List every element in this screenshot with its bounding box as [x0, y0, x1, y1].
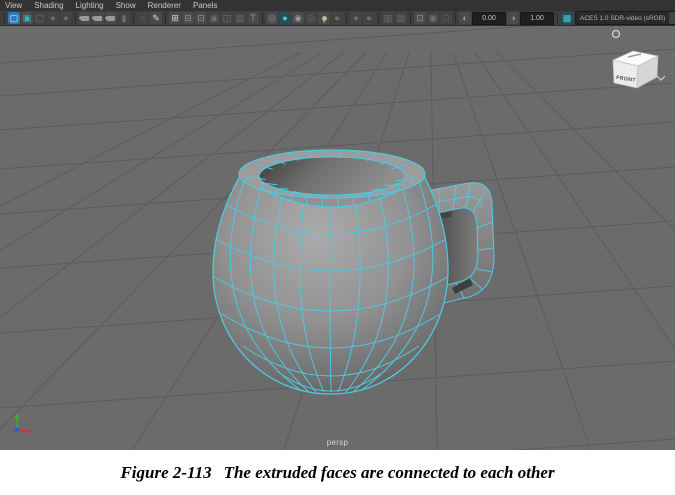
- safe-action-icon[interactable]: ▤: [234, 12, 246, 24]
- safe-title-text-icon[interactable]: T: [247, 12, 259, 24]
- wireframe-on-shaded-icon[interactable]: ◎: [305, 12, 317, 24]
- toolbar-separator: [133, 13, 134, 24]
- isolate-a-icon[interactable]: ⊡: [414, 12, 426, 24]
- field-chart-icon[interactable]: ◫: [221, 12, 233, 24]
- marker-a-icon[interactable]: ●: [47, 12, 59, 24]
- panel-toolbar: ▢ ▣ ▢ ● ● ▮ ○ ✎ ⊞ ⊟ ⊡ ▣ ◫ ▤ T ◎ ● ◉ ◎ ● …: [0, 11, 675, 26]
- toolbar-separator: [4, 13, 5, 24]
- grid-line: [0, 83, 675, 130]
- anti-alias-icon[interactable]: ●: [363, 12, 375, 24]
- camera-icon[interactable]: [79, 12, 91, 24]
- view-transform-checker-icon[interactable]: ▩: [561, 12, 573, 24]
- camera-lock-icon[interactable]: [92, 12, 104, 24]
- viewport-scene: FRONT: [0, 26, 675, 450]
- camera-attributes-icon[interactable]: [105, 12, 117, 24]
- toolbar-separator: [410, 13, 411, 24]
- viewport-canvas[interactable]: FRONT persp: [0, 26, 675, 450]
- resolution-gate-icon[interactable]: ⊡: [195, 12, 207, 24]
- toolbar-separator: [346, 13, 347, 24]
- lights-icon[interactable]: [318, 12, 330, 24]
- toolbar-separator: [455, 13, 456, 24]
- figure-number: Figure 2-113: [120, 463, 211, 482]
- marker-b-icon[interactable]: ●: [60, 12, 72, 24]
- axis-gizmo: [15, 413, 33, 434]
- shadows-icon[interactable]: ●: [331, 12, 343, 24]
- gamma-icon[interactable]: ◑: [507, 12, 519, 24]
- menu-panels[interactable]: Panels: [193, 0, 217, 11]
- select-camera-icon[interactable]: ▢: [8, 12, 20, 24]
- toolbar-separator: [262, 13, 263, 24]
- toolbar-separator: [557, 13, 558, 24]
- toolbar-separator: [378, 13, 379, 24]
- camera-name-label: persp: [327, 438, 349, 447]
- wireframe-icon[interactable]: ◎: [266, 12, 278, 24]
- viewcube-menu-chevron-icon[interactable]: [657, 76, 665, 80]
- xray-joints-icon[interactable]: ▤: [395, 12, 407, 24]
- view-cube[interactable]: FRONT: [613, 31, 666, 89]
- grid-line: [496, 52, 675, 450]
- menu-lighting[interactable]: Lighting: [76, 0, 104, 11]
- chevron-down-icon: ▾: [669, 12, 675, 24]
- shaded-display-icon[interactable]: ●: [279, 12, 291, 24]
- textured-icon[interactable]: ◉: [292, 12, 304, 24]
- exposure-field[interactable]: 0.00: [472, 12, 506, 25]
- menu-shading[interactable]: Shading: [34, 0, 63, 11]
- mug-body[interactable]: [213, 150, 449, 394]
- colorspace-dropdown[interactable]: ACES 1.0 SDR-video (sRGB) ▾: [575, 11, 675, 25]
- lasso-select-icon[interactable]: ▢: [34, 12, 46, 24]
- toolbar-separator: [75, 13, 76, 24]
- figure-caption-text: The extruded faces are connected to each…: [224, 463, 555, 482]
- colorspace-value: ACES 1.0 SDR-video (sRGB): [576, 15, 669, 22]
- grid-icon[interactable]: ⊞: [169, 12, 181, 24]
- menu-renderer[interactable]: Renderer: [148, 0, 181, 11]
- bookmark-icon[interactable]: ▮: [118, 12, 130, 24]
- joint-icon[interactable]: ○: [137, 12, 149, 24]
- panel-menubar: View Shading Lighting Show Renderer Pane…: [0, 0, 675, 11]
- z-axis: [15, 428, 19, 432]
- grid-line: [475, 52, 675, 450]
- isolate-c-icon[interactable]: □: [440, 12, 452, 24]
- figure-caption: Figure 2-113 The extruded faces are conne…: [0, 450, 675, 495]
- gamma-field[interactable]: 1.00: [520, 12, 554, 25]
- exposure-icon[interactable]: ◐: [459, 12, 471, 24]
- occlusion-icon[interactable]: ●: [350, 12, 362, 24]
- film-gate-icon[interactable]: ⊟: [182, 12, 194, 24]
- viewcube-home-icon[interactable]: [613, 31, 620, 38]
- xray-icon[interactable]: ▥: [382, 12, 394, 24]
- isolate-select-icon[interactable]: ▣: [21, 12, 33, 24]
- toolbar-separator: [165, 13, 166, 24]
- grease-pencil-icon[interactable]: ✎: [150, 12, 162, 24]
- menu-show[interactable]: Show: [116, 0, 136, 11]
- isolate-b-icon[interactable]: ▣: [427, 12, 439, 24]
- maya-viewport-panel: View Shading Lighting Show Renderer Pane…: [0, 0, 675, 495]
- menu-view[interactable]: View: [5, 0, 22, 11]
- gate-mask-icon[interactable]: ▣: [208, 12, 220, 24]
